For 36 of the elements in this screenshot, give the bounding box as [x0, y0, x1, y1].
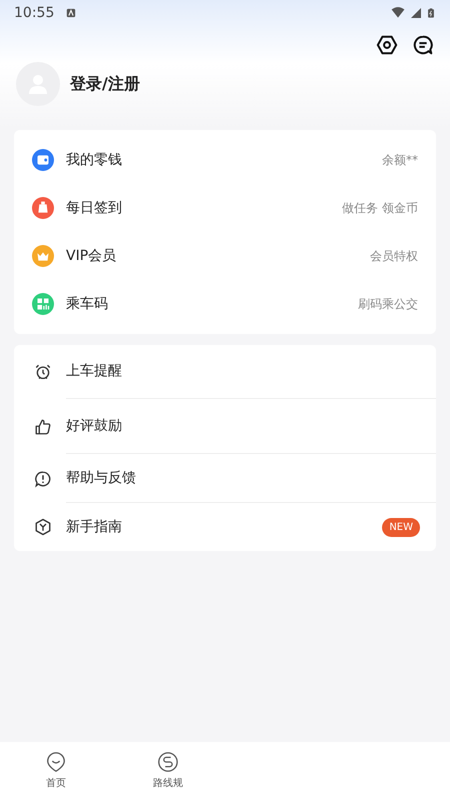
- menu-label: 新手指南: [66, 518, 123, 536]
- menu-row[interactable]: VIP会员 会员特权: [14, 232, 436, 280]
- thumbs-up-icon: [34, 418, 52, 436]
- new-badge: NEW: [382, 518, 420, 536]
- route-icon: [157, 751, 179, 773]
- menu-label: 帮助与反馈: [66, 468, 137, 488]
- chat-icon: [412, 34, 434, 56]
- login-link[interactable]: 登录/注册: [70, 72, 140, 96]
- nav-tab[interactable]: 路线规: [112, 742, 224, 800]
- settings-icon: [376, 34, 398, 56]
- menu-label: 乘车码: [66, 294, 109, 314]
- smile-pin-icon: [45, 751, 67, 773]
- menu-hint: 余额**: [382, 152, 418, 169]
- menu-hint: 做任务 领金币: [342, 200, 418, 217]
- menu-row[interactable]: 每日签到 做任务 领金币: [14, 184, 436, 232]
- menu-row[interactable]: 上车提醒: [14, 345, 436, 399]
- menu-label: VIP会员: [66, 246, 118, 266]
- menu-label: 每日签到: [66, 198, 123, 218]
- status-time: 10:55: [14, 4, 54, 22]
- alarm-clock-icon: [34, 363, 52, 381]
- wifi-icon: [390, 6, 406, 20]
- hexagon-icon: [34, 518, 52, 536]
- menu-label: 好评鼓励: [66, 416, 123, 436]
- menu-label: 上车提醒: [66, 362, 123, 381]
- menu-hint: 会员特权: [370, 248, 418, 265]
- menu-row[interactable]: 帮助与反馈: [14, 454, 436, 503]
- menu-row[interactable]: 好评鼓励: [14, 399, 436, 454]
- exclamation-bubble-icon: [34, 470, 52, 488]
- menu-row[interactable]: 我的零钱 余额**: [14, 136, 436, 184]
- signal-icon: [410, 7, 422, 19]
- menu-hint: 刷码乘公交: [358, 296, 418, 313]
- menu-row[interactable]: 新手指南 NEW: [14, 503, 436, 551]
- menu-label: 我的零钱: [66, 150, 123, 170]
- menu-row[interactable]: 乘车码 刷码乘公交: [14, 280, 436, 328]
- notification-icon: [66, 8, 76, 18]
- nav-tab[interactable]: 首页: [0, 742, 112, 800]
